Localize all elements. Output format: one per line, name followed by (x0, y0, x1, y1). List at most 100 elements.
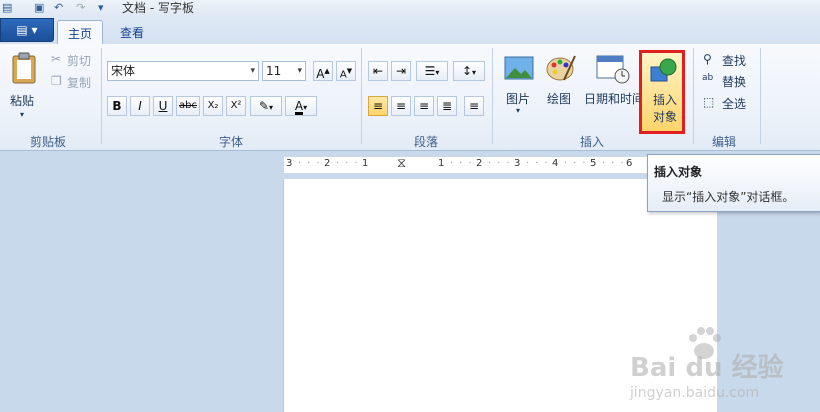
datetime-label: 日期和时间 (584, 92, 645, 106)
increase-indent-button[interactable]: ⇥ (391, 61, 411, 81)
ruler-dots: ··· (488, 158, 516, 169)
undo-icon[interactable]: ↶ (54, 1, 63, 14)
insert-object-tooltip: 插入对象 显示“插入对象”对话框。 (647, 154, 820, 212)
font-group-label: 字体 (219, 135, 244, 149)
paragraph-group-label: 段落 (414, 135, 439, 149)
subscript-button[interactable]: X₂ (203, 96, 223, 116)
italic-button[interactable]: I (130, 96, 150, 116)
align-left-button[interactable]: ≡ (368, 96, 388, 116)
tooltip-title: 插入对象 (654, 165, 703, 179)
ruler-dots: ··· (526, 158, 554, 169)
cut-button[interactable]: 剪切 (67, 52, 91, 69)
redo-icon[interactable]: ↷ (76, 1, 85, 14)
tooltip-description: 显示“插入对象”对话框。 (662, 190, 795, 204)
insert-datetime-button[interactable]: 日期和时间 (584, 54, 644, 114)
chevron-down-icon: ▾ (297, 66, 302, 76)
decrease-indent-button[interactable]: ⇤ (368, 61, 388, 81)
binoculars-icon: ⚲ (703, 52, 712, 66)
font-size-value: 11 (266, 64, 282, 78)
align-center-icon: ≡ (395, 99, 407, 113)
copy-button[interactable]: 复制 (67, 74, 91, 91)
chevron-down-icon: ▾ (303, 103, 308, 112)
chevron-down-icon: ▾ (472, 68, 477, 77)
bullet-list-button[interactable]: ☰▾ (416, 61, 448, 81)
decrease-indent-icon: ⇤ (372, 64, 384, 78)
underline-button[interactable]: U (153, 96, 173, 116)
align-left-icon: ≡ (372, 99, 384, 113)
insert-group-label: 插入 (580, 135, 605, 149)
select-all-icon: ⬚ (703, 95, 715, 109)
select-all-button[interactable]: 全选 (722, 95, 746, 112)
justify-button[interactable]: ≣ (437, 96, 457, 116)
align-right-button[interactable]: ≡ (414, 96, 434, 116)
font-size-select[interactable]: 11 ▾ (262, 61, 306, 81)
indent-marker-icon[interactable]: ⧖ (397, 156, 406, 171)
ribbon-tab-row: ▤ ▾ 主页 查看 (0, 16, 820, 45)
customize-quick-access-icon[interactable]: ▾ (98, 1, 104, 14)
app-menu-button[interactable]: ▤ ▾ (0, 18, 54, 42)
bold-button[interactable]: B (107, 96, 127, 116)
ruler-dots: ··· (336, 158, 364, 169)
group-divider (492, 48, 493, 144)
paint-label: 绘图 (547, 92, 572, 106)
chevron-down-icon: ▾ (435, 68, 440, 77)
ruler-dots: ··· (450, 158, 478, 169)
paragraph-settings-button[interactable]: ≡ (464, 96, 484, 116)
line-spacing-button[interactable]: ↕▾ (453, 61, 485, 81)
insert-object-label-line1: 插入 (653, 93, 678, 107)
clipboard-group-label: 剪贴板 (30, 135, 67, 149)
paint-drawing-button[interactable]: 绘图 (543, 54, 579, 114)
chevron-down-icon: ▾ (250, 66, 255, 76)
app-icon: ▤ (2, 1, 13, 14)
scissors-icon: ✂ (51, 52, 62, 66)
editing-group-label: 编辑 (712, 135, 737, 149)
insert-picture-button[interactable]: 图片 ▾ (502, 54, 536, 120)
font-color-button[interactable]: A▾ (285, 96, 317, 116)
ruler-dots: ··· (602, 158, 630, 169)
align-center-button[interactable]: ≡ (391, 96, 411, 116)
ruler: 3 2 1 ⧖ 1 2 3 4 5 6 ··· ··· ··· ··· ··· … (284, 156, 704, 173)
insert-object-label-line2: 对象 (653, 110, 678, 124)
shrink-font-button[interactable]: A▼ (336, 61, 356, 81)
increase-indent-icon: ⇥ (395, 64, 407, 78)
replace-button[interactable]: 替换 (722, 73, 746, 90)
ruler-dots: ··· (564, 158, 592, 169)
paragraph-icon: ≡ (468, 99, 480, 113)
watermark-url: jingyan.baidu.com (630, 385, 760, 401)
watermark-brand: Bai du 经验 (630, 353, 784, 383)
replace-icon: ab (702, 73, 714, 83)
justify-icon: ≣ (441, 99, 453, 113)
font-family-select[interactable]: 宋体 ▾ (107, 61, 259, 81)
window-title: 文档 - 写字板 (122, 1, 194, 15)
strikethrough-button[interactable]: abc (176, 96, 200, 116)
find-button[interactable]: 查找 (722, 52, 746, 69)
chevron-down-icon: ▾ (20, 110, 25, 119)
align-right-icon: ≡ (418, 99, 430, 113)
font-family-value: 宋体 (111, 64, 136, 78)
ruler-dots: ··· (298, 158, 326, 169)
line-spacing-icon: ↕ (461, 64, 473, 78)
ruler-mark: 3 (286, 158, 293, 169)
ruler-mark: 1 (438, 158, 445, 169)
chevron-down-icon: ▾ (269, 103, 274, 112)
group-divider (693, 48, 694, 144)
save-icon[interactable]: ▣ (34, 1, 44, 14)
insert-object-button[interactable]: 插入 对象 (639, 50, 685, 134)
chevron-down-icon: ▾ (516, 106, 521, 115)
superscript-button[interactable]: X² (226, 96, 246, 116)
clipboard-icon (12, 52, 36, 84)
title-bar: ▤ ▣ ↶ ↷ ▾ 文档 - 写字板 (0, 0, 820, 16)
highlight-color-button[interactable]: ✎▾ (250, 96, 282, 116)
tab-home[interactable]: 主页 (57, 20, 103, 45)
font-color-icon: A (294, 99, 304, 115)
grow-font-button[interactable]: A▲ (313, 61, 333, 81)
group-divider (101, 48, 102, 144)
group-divider (361, 48, 362, 144)
group-divider (760, 48, 761, 144)
tab-view[interactable]: 查看 (110, 20, 154, 44)
picture-icon (504, 56, 534, 80)
bullet-list-icon: ☰ (424, 64, 436, 78)
picture-label: 图片 (506, 92, 531, 106)
paste-button[interactable]: 粘贴 ▾ (6, 50, 42, 120)
calendar-clock-icon (596, 55, 630, 84)
